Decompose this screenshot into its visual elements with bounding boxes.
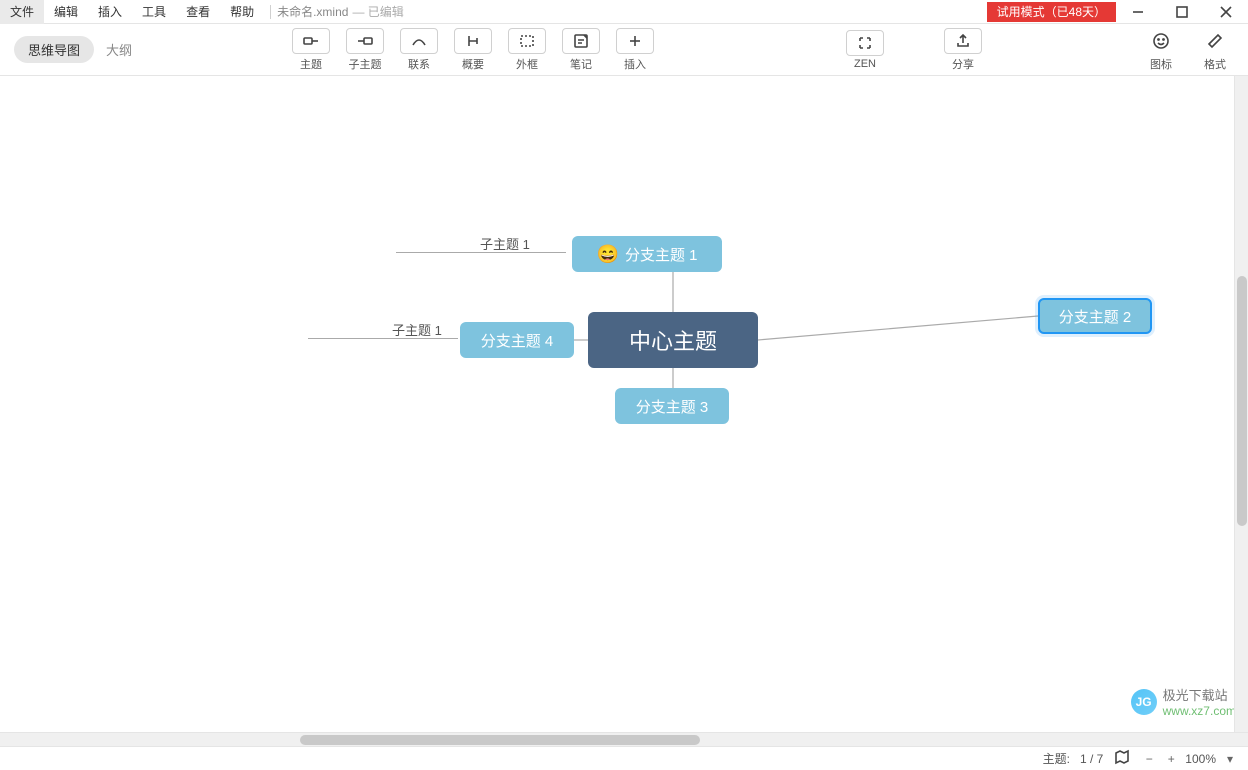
close-icon	[1217, 3, 1235, 21]
tool-markers[interactable]: 图标	[1142, 28, 1180, 72]
tool-share[interactable]: 分享	[944, 28, 982, 72]
maximize-icon	[1173, 3, 1191, 21]
divider	[270, 5, 271, 19]
branch-topic-2-selected[interactable]: 分支主题 2	[1038, 298, 1152, 334]
watermark-name: 极光下载站	[1163, 685, 1236, 704]
note-icon	[572, 32, 590, 50]
view-mindmap-tab[interactable]: 思维导图	[14, 36, 94, 63]
horizontal-scrollbar-thumb[interactable]	[300, 735, 700, 745]
minimize-icon	[1129, 3, 1147, 21]
tool-summary[interactable]: 概要	[454, 28, 492, 72]
menu-help[interactable]: 帮助	[220, 0, 264, 24]
menu-tools[interactable]: 工具	[132, 0, 176, 24]
tool-summary-label: 概要	[462, 56, 484, 72]
horizontal-scrollbar[interactable]	[0, 732, 1248, 746]
zoom-in-button[interactable]: +	[1163, 752, 1179, 766]
window-close-button[interactable]	[1204, 0, 1248, 24]
relationship-icon	[410, 32, 428, 50]
topic-icon	[302, 32, 320, 50]
menu-view[interactable]: 查看	[176, 0, 220, 24]
tool-boundary-label: 外框	[516, 56, 538, 72]
tool-note-label: 笔记	[570, 56, 592, 72]
share-icon	[954, 32, 972, 50]
branch-topic-1-label: 分支主题 1	[625, 244, 698, 265]
watermark-logo-icon: JG	[1131, 689, 1157, 715]
menu-edit[interactable]: 编辑	[44, 0, 88, 24]
tool-subtopic[interactable]: 子主题	[346, 28, 384, 72]
document-title: 未命名.xmind	[277, 3, 348, 20]
titlebar: 文件 编辑 插入 工具 查看 帮助 未命名.xmind — 已编辑 试用模式（已…	[0, 0, 1248, 24]
zoom-level: 100%	[1185, 752, 1216, 766]
tool-markers-label: 图标	[1150, 56, 1172, 72]
tool-topic[interactable]: 主题	[292, 28, 330, 72]
tool-format-label: 格式	[1204, 56, 1226, 72]
tool-format[interactable]: 格式	[1196, 28, 1234, 72]
branch-topic-3[interactable]: 分支主题 3	[615, 388, 729, 424]
tool-group-zen: ZEN	[846, 30, 884, 70]
boundary-icon	[518, 32, 536, 50]
menu-insert[interactable]: 插入	[88, 0, 132, 24]
tool-relationship-label: 联系	[408, 56, 430, 72]
subtopic-icon	[356, 32, 374, 50]
map-icon	[1113, 748, 1131, 766]
zen-icon	[856, 34, 874, 52]
trial-badge[interactable]: 试用模式（已48天）	[987, 2, 1116, 22]
central-topic[interactable]: 中心主题	[588, 312, 758, 368]
tool-relationship[interactable]: 联系	[400, 28, 438, 72]
minimap-button[interactable]	[1113, 748, 1131, 769]
topic-count: 1 / 7	[1080, 752, 1103, 766]
subtopic-node-1[interactable]: 子主题 1	[480, 234, 530, 253]
zoom-controls: − + 100% ▾	[1141, 752, 1238, 766]
plus-icon	[626, 32, 644, 50]
tool-group-share: 分享	[944, 28, 982, 72]
tool-boundary[interactable]: 外框	[508, 28, 546, 72]
tool-zen[interactable]: ZEN	[846, 30, 884, 70]
tool-subtopic-label: 子主题	[349, 56, 382, 72]
topic-count-label: 主题:	[1043, 750, 1070, 767]
canvas[interactable]: 子主题 1 子主题 1 😄 分支主题 1 分支主题 4 中心主题 分支主题 2 …	[0, 76, 1248, 746]
branch-topic-4[interactable]: 分支主题 4	[460, 322, 574, 358]
vertical-scrollbar-thumb[interactable]	[1237, 276, 1247, 526]
document-status: — 已编辑	[352, 3, 403, 20]
vertical-scrollbar[interactable]	[1234, 76, 1248, 732]
zoom-dropdown[interactable]: ▾	[1222, 752, 1238, 766]
window-maximize-button[interactable]	[1160, 0, 1204, 24]
tool-insert-label: 插入	[624, 56, 646, 72]
subtopic-node-2[interactable]: 子主题 1	[392, 320, 442, 339]
window-minimize-button[interactable]	[1116, 0, 1160, 24]
smiley-icon	[1152, 32, 1170, 50]
view-outline-tab[interactable]: 大纲	[106, 40, 132, 59]
branch-topic-1[interactable]: 😄 分支主题 1	[572, 236, 722, 272]
tool-topic-label: 主题	[300, 56, 322, 72]
tool-note[interactable]: 笔记	[562, 28, 600, 72]
tool-group-panels: 图标 格式	[1142, 28, 1234, 72]
tool-group-main: 主题 子主题 联系 概要 外框 笔记 插入	[292, 28, 654, 72]
toolbar: 思维导图 大纲 主题 子主题 联系 概要 外框 笔记 插入	[0, 24, 1248, 76]
tool-insert[interactable]: 插入	[616, 28, 654, 72]
tool-share-label: 分享	[952, 56, 974, 72]
statusbar: 主题: 1 / 7 − + 100% ▾	[0, 746, 1248, 770]
menu-file[interactable]: 文件	[0, 0, 44, 24]
summary-icon	[464, 32, 482, 50]
watermark: JG 极光下载站 www.xz7.com	[1131, 685, 1236, 718]
watermark-url: www.xz7.com	[1163, 704, 1236, 718]
zoom-out-button[interactable]: −	[1141, 752, 1157, 766]
tool-zen-label: ZEN	[854, 58, 876, 70]
laugh-emoji-icon: 😄	[597, 244, 619, 265]
format-icon	[1206, 32, 1224, 50]
